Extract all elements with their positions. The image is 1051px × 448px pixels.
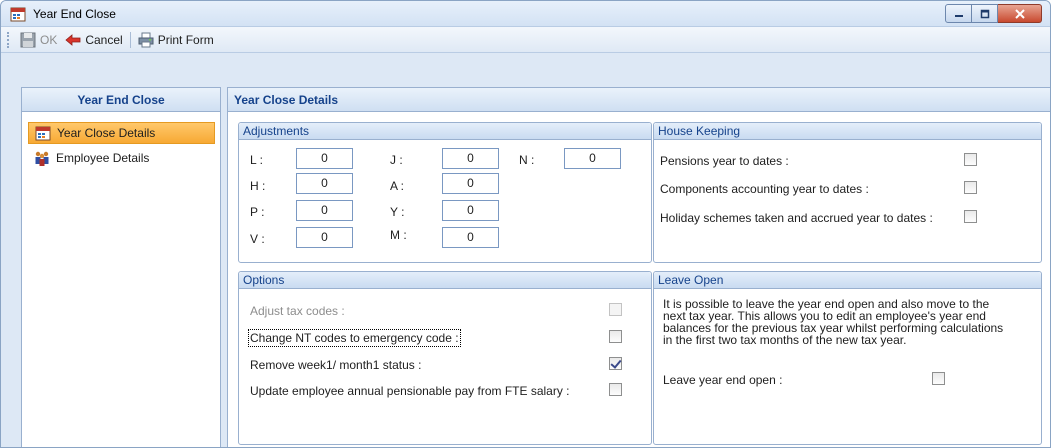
field-m-label: M :: [390, 228, 407, 242]
minimize-icon: [954, 14, 963, 17]
adjust-tax-codes-label: Adjust tax codes :: [250, 304, 345, 318]
employees-group-icon: [35, 151, 49, 166]
field-y-input[interactable]: 0: [442, 200, 499, 221]
house-keeping-group: House Keeping Pensions year to dates : C…: [653, 122, 1042, 263]
leave-open-group-title: Leave Open: [654, 272, 1041, 289]
field-p-input[interactable]: 0: [296, 200, 353, 221]
field-l-label: L :: [250, 153, 263, 167]
maximize-icon: [980, 9, 989, 18]
leave-year-end-open-label: Leave year end open :: [663, 373, 783, 387]
field-v-input[interactable]: 0: [296, 227, 353, 248]
nav-item-label: Employee Details: [56, 151, 150, 165]
components-ytd-checkbox[interactable]: [964, 181, 977, 194]
navigation-header: Year End Close: [22, 88, 220, 112]
remove-week1-month1-label: Remove week1/ month1 status :: [250, 358, 422, 372]
change-nt-codes-checkbox[interactable]: [609, 330, 622, 343]
ok-button[interactable]: OK: [16, 29, 61, 51]
back-arrow-icon: [65, 33, 81, 46]
field-a-label: A :: [390, 179, 405, 193]
components-ytd-label: Components accounting year to dates :: [660, 182, 869, 196]
title-bar: Year End Close: [1, 1, 1050, 27]
remove-week1-month1-checkbox[interactable]: [609, 357, 622, 370]
field-m-input[interactable]: 0: [442, 227, 499, 248]
field-p-label: P :: [250, 205, 265, 219]
field-h-input[interactable]: 0: [296, 173, 353, 194]
field-h-label: H :: [250, 179, 266, 193]
field-y-label: Y :: [390, 205, 405, 219]
house-keeping-group-title: House Keeping: [654, 123, 1041, 140]
holiday-schemes-ytd-checkbox[interactable]: [964, 210, 977, 223]
year-end-close-window: Year End Close OK Cancel Print Form Year…: [0, 0, 1051, 448]
adjustments-group-title: Adjustments: [239, 123, 651, 140]
navigation-panel: Year End Close Year Close Details Employ…: [21, 87, 221, 447]
minimize-button[interactable]: [945, 4, 972, 23]
close-icon: [1014, 8, 1025, 19]
nav-item-employee-details[interactable]: Employee Details: [28, 147, 215, 169]
adjust-tax-codes-checkbox[interactable]: [609, 303, 622, 316]
nav-item-label: Year Close Details: [57, 126, 156, 140]
options-group: Options Adjust tax codes : Change NT cod…: [238, 271, 652, 445]
window-controls: [945, 4, 1042, 23]
print-form-icon: [138, 32, 154, 47]
leave-year-end-open-checkbox[interactable]: [932, 372, 945, 385]
print-form-button[interactable]: Print Form: [134, 29, 218, 51]
adjustments-group: Adjustments L : 0 H : 0 P : 0 V : 0 J : …: [238, 122, 652, 263]
leave-open-description-line-4: in the first two tax months of the new t…: [663, 333, 907, 347]
close-button[interactable]: [998, 4, 1042, 23]
update-pensionable-pay-label: Update employee annual pensionable pay f…: [250, 384, 570, 398]
toolbar-separator: [129, 31, 131, 48]
ok-label: OK: [40, 32, 58, 47]
field-j-label: J :: [390, 153, 403, 167]
save-disk-icon: [20, 32, 36, 47]
field-j-input[interactable]: 0: [442, 148, 499, 169]
cancel-button[interactable]: Cancel: [61, 29, 126, 51]
window-title: Year End Close: [33, 7, 116, 21]
print-form-label: Print Form: [157, 32, 214, 47]
toolbar-grip[interactable]: [7, 31, 10, 48]
cancel-label: Cancel: [85, 32, 123, 47]
update-pensionable-pay-checkbox[interactable]: [609, 383, 622, 396]
calendar-app-icon: [10, 7, 26, 22]
field-v-label: V :: [250, 232, 265, 246]
toolbar: OK Cancel Print Form: [1, 27, 1050, 53]
holiday-schemes-ytd-label: Holiday schemes taken and accrued year t…: [660, 211, 933, 225]
field-n-label: N :: [519, 153, 535, 167]
change-nt-codes-label[interactable]: Change NT codes to emergency code :: [248, 329, 461, 347]
field-n-input[interactable]: 0: [564, 148, 621, 169]
pensions-ytd-checkbox[interactable]: [964, 153, 977, 166]
main-header: Year Close Details: [228, 88, 1050, 112]
maximize-button[interactable]: [972, 4, 998, 23]
main-panel: Year Close Details Adjustments L : 0 H :…: [227, 87, 1050, 447]
calendar-icon: [35, 126, 51, 141]
nav-item-year-close-details[interactable]: Year Close Details: [28, 122, 215, 144]
leave-open-group: Leave Open It is possible to leave the y…: [653, 271, 1042, 445]
pensions-ytd-label: Pensions year to dates :: [660, 154, 789, 168]
options-group-title: Options: [239, 272, 651, 289]
field-l-input[interactable]: 0: [296, 148, 353, 169]
field-a-input[interactable]: 0: [442, 173, 499, 194]
